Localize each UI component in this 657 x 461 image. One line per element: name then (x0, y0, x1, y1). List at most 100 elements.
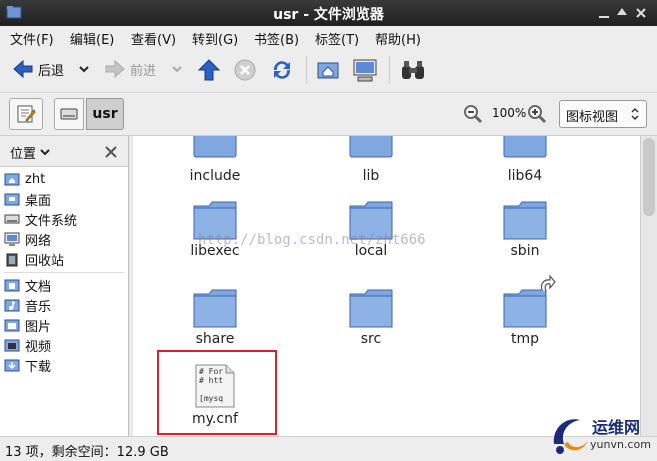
filesystem-icon (4, 214, 20, 224)
zoom-level[interactable]: 100% (492, 106, 526, 120)
menu-file[interactable]: 文件(F) (10, 29, 54, 48)
main-toolbar: 后退 前进 (0, 48, 657, 93)
menu-view[interactable]: 查看(V) (131, 29, 176, 48)
sidebar: 位置 zht 桌面 文件系统 网络 回收站 文档 音乐 图片 视频 下载 (0, 136, 129, 436)
toggle-location-button[interactable] (9, 98, 43, 130)
home-icon[interactable] (316, 58, 340, 82)
sidebar-item-videos[interactable]: 视频 (4, 336, 52, 355)
scrollbar-thumb[interactable] (643, 138, 655, 216)
title-bar: usr - 文件浏览器 (0, 0, 657, 26)
forward-arrow-icon (105, 59, 125, 79)
back-label: 后退 (38, 63, 65, 79)
sidebar-chevron-down-icon[interactable] (40, 147, 50, 157)
sidebar-title[interactable]: 位置 (10, 143, 36, 162)
zoom-out-icon[interactable] (463, 104, 483, 124)
menu-go[interactable]: 转到(G) (192, 29, 238, 48)
folder-icon (503, 136, 547, 158)
file-item-libexec[interactable]: libexec (155, 200, 275, 259)
file-name: lib (362, 168, 380, 184)
edit-location-icon (17, 105, 36, 123)
path-usr-button[interactable]: usr (86, 98, 124, 130)
file-item-lib[interactable]: lib (311, 136, 431, 184)
file-name: tmp (510, 331, 539, 347)
up-arrow-icon[interactable] (197, 58, 221, 82)
menu-bar: 文件(F) 编辑(E) 查看(V) 转到(G) 书签(B) 标签(T) 帮助(H… (0, 26, 657, 48)
updown-chevron-icon (631, 107, 639, 121)
sidebar-item-label: 视频 (25, 339, 52, 355)
computer-icon[interactable] (352, 57, 378, 83)
sidebar-item-desktop[interactable]: 桌面 (4, 190, 52, 209)
sidebar-item-zht[interactable]: zht (4, 170, 45, 188)
watermark-text: http://blog.csdn.net/zht666 (198, 232, 426, 248)
folder-icon (503, 201, 547, 240)
sidebar-item-documents[interactable]: 文档 (4, 276, 52, 295)
file-item-share[interactable]: share (155, 288, 275, 347)
sidebar-item-trash[interactable]: 回收站 (4, 250, 65, 269)
back-history-chevron-icon[interactable] (78, 63, 90, 75)
menu-tabs[interactable]: 标签(T) (315, 29, 359, 48)
view-mode-select[interactable]: 图标视图 (559, 100, 647, 128)
file-item-src[interactable]: src (311, 288, 431, 347)
sidebar-item-filesystem[interactable]: 文件系统 (4, 210, 78, 229)
close-window-icon[interactable] (633, 5, 649, 21)
network-icon (4, 232, 20, 246)
sidebar-item-label: 文档 (25, 279, 52, 295)
search-binoculars-icon[interactable] (400, 58, 426, 82)
sidebar-item-label: 网络 (25, 233, 52, 249)
home-folder-icon (4, 173, 20, 186)
path-root-button[interactable] (54, 98, 84, 130)
folder-icon (349, 289, 393, 328)
stop-icon[interactable] (233, 58, 257, 82)
forward-button[interactable]: 前进 (104, 54, 156, 84)
file-name: sbin (510, 243, 540, 259)
minimize-icon[interactable] (596, 5, 612, 21)
sidebar-item-label: 桌面 (25, 193, 52, 209)
forward-history-chevron-icon[interactable] (171, 63, 183, 75)
file-name: lib64 (507, 168, 543, 184)
back-button[interactable]: 后退 (12, 54, 64, 84)
site-logo: 运维网 yunvn.com (546, 412, 656, 458)
file-item-sbin[interactable]: sbin (465, 200, 585, 259)
file-name: src (360, 331, 382, 347)
sidebar-item-music[interactable]: 音乐 (4, 296, 52, 315)
sidebar-divider (4, 272, 124, 273)
sidebar-item-downloads[interactable]: 下载 (4, 356, 52, 375)
file-item-tmp[interactable]: tmp (465, 274, 585, 347)
back-arrow-icon (13, 59, 33, 79)
videos-folder-icon (4, 339, 20, 352)
forward-label: 前进 (130, 63, 157, 79)
file-item-local[interactable]: local (311, 200, 431, 259)
sidebar-item-label: 音乐 (25, 299, 52, 315)
logo-domain: yunvn.com (590, 438, 651, 451)
desktop-folder-icon (4, 193, 20, 206)
maximize-icon[interactable] (614, 5, 630, 21)
reload-icon[interactable] (269, 57, 295, 83)
sidebar-close-icon[interactable] (104, 145, 118, 159)
folder-icon (349, 136, 393, 158)
file-item-include[interactable]: include (155, 136, 275, 184)
logo-swoosh-icon (553, 419, 588, 454)
sidebar-item-label: 文件系统 (25, 213, 78, 229)
trash-icon (6, 253, 18, 267)
folder-icon (193, 289, 237, 328)
sidebar-item-network[interactable]: 网络 (4, 230, 52, 249)
sidebar-item-label: zht (25, 171, 46, 187)
sidebar-item-label: 下载 (25, 359, 52, 375)
vertical-scrollbar[interactable] (640, 136, 657, 436)
sidebar-item-pictures[interactable]: 图片 (4, 316, 52, 335)
drive-icon (60, 108, 78, 120)
zoom-in-icon[interactable] (527, 104, 547, 124)
sidebar-item-label: 图片 (25, 319, 52, 335)
location-bar: usr 100% 图标视图 (0, 93, 657, 136)
sidebar-item-label: 回收站 (25, 253, 65, 269)
menu-bookmarks[interactable]: 书签(B) (254, 29, 299, 48)
menu-edit[interactable]: 编辑(E) (70, 29, 114, 48)
music-folder-icon (4, 299, 20, 312)
file-name: include (189, 168, 241, 184)
sidebar-header: 位置 (0, 136, 128, 167)
toolbar-separator-2 (389, 56, 390, 84)
status-text: 13 项，剩余空间：12.9 GB (5, 445, 169, 460)
toolbar-separator (306, 56, 307, 84)
menu-help[interactable]: 帮助(H) (375, 29, 421, 48)
file-item-lib64[interactable]: lib64 (465, 136, 585, 184)
